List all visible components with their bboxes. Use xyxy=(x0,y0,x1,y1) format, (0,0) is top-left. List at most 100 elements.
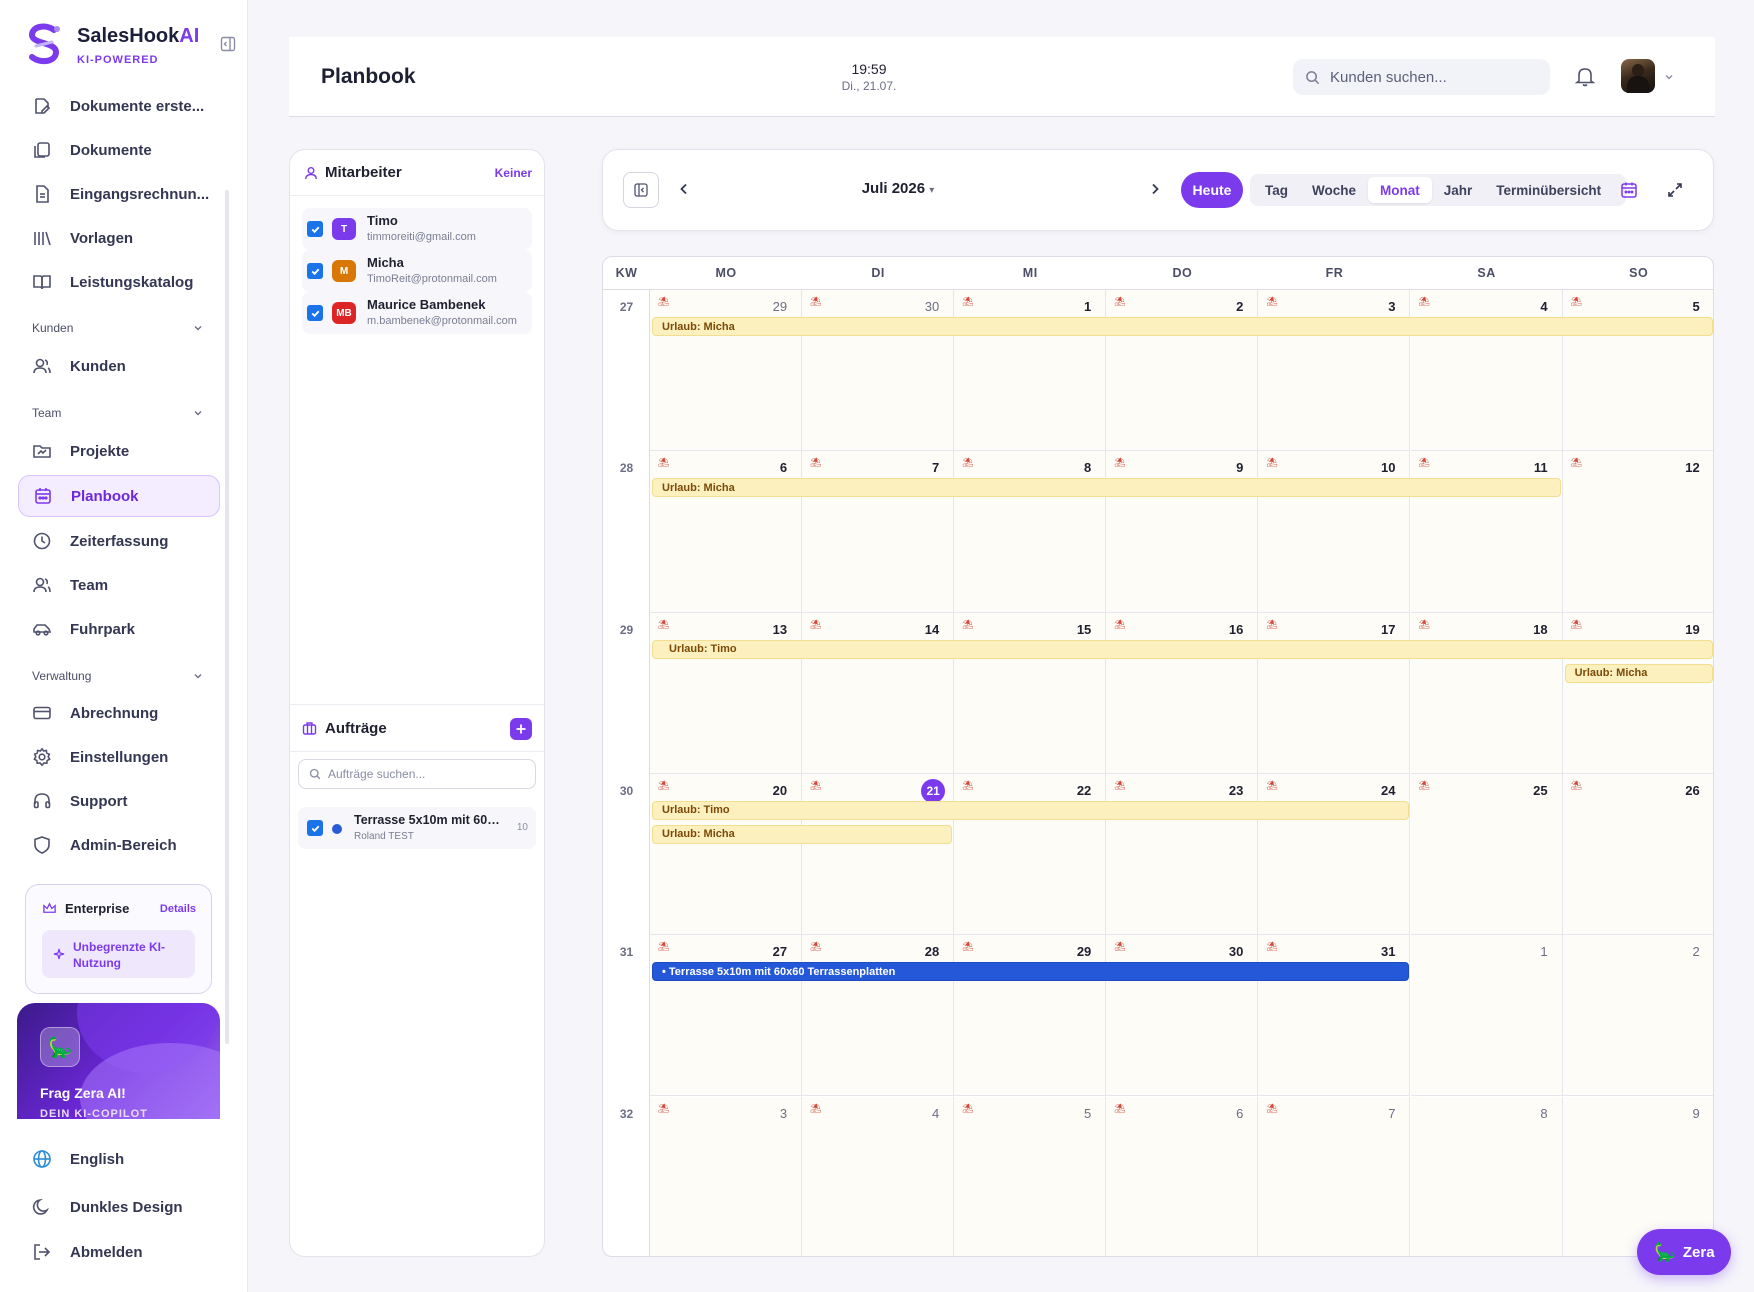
add-order-button[interactable] xyxy=(510,718,532,740)
vacation-event[interactable]: Urlaub: Micha xyxy=(652,317,1713,336)
employee-item[interactable]: T Timo timmoreiti@gmail.com xyxy=(302,208,532,250)
calendar-day-cell[interactable]: ⛱ 29 xyxy=(954,935,1107,1097)
section-toggle-kunden[interactable]: Kunden xyxy=(32,321,204,335)
view-terminuebersicht[interactable]: Terminübersicht xyxy=(1484,177,1613,203)
sidebar-item-projekte[interactable]: Projekte xyxy=(18,430,220,472)
calendar-day-cell[interactable]: ⛱ 15 xyxy=(954,612,1107,774)
calendar-day-cell[interactable]: ⛱ 5 xyxy=(954,1096,1107,1256)
calendar-day-cell[interactable]: ⛱ 13 xyxy=(650,612,803,774)
calendar-day-cell[interactable]: ⛱ 31 xyxy=(1258,935,1411,1097)
sidebar-item-einstellungen[interactable]: Einstellungen xyxy=(18,736,220,778)
calendar-day-cell[interactable]: ⛱ 23 xyxy=(1106,773,1259,936)
month-picker[interactable]: Juli 2026 ▾ xyxy=(838,180,958,197)
calendar-day-cell[interactable]: ⛱ 6 xyxy=(650,451,803,613)
vacation-event[interactable]: Urlaub: Micha xyxy=(652,824,953,844)
vacation-event[interactable]: Urlaub: Micha xyxy=(652,478,1561,498)
calendar-day-cell[interactable]: ⛱ 1 xyxy=(954,290,1107,452)
sidebar-item-team[interactable]: Team xyxy=(18,564,220,606)
section-toggle-verwaltung[interactable]: Verwaltung xyxy=(32,669,204,683)
sidebar-item-zeiterfassung[interactable]: Zeiterfassung xyxy=(18,520,220,562)
calendar-day-cell[interactable]: ⛱ 28 xyxy=(802,935,955,1097)
calendar-day-cell[interactable]: ⛱ 8 xyxy=(954,451,1107,613)
avatar[interactable] xyxy=(1621,59,1655,93)
employee-checkbox[interactable] xyxy=(307,263,323,279)
calendar-day-cell[interactable]: ⛱ 30 xyxy=(1106,935,1259,1097)
calendar-day-cell[interactable]: ⛱ 21 xyxy=(802,773,955,936)
vacation-event[interactable]: Urlaub: Timo xyxy=(652,639,1713,659)
calendar-day-cell[interactable]: ⛱ 7 xyxy=(1258,1096,1411,1256)
sidebar-item-dokumente[interactable]: Dokumente xyxy=(18,129,220,171)
calendar-day-cell[interactable]: ⛱ 6 xyxy=(1106,1096,1259,1256)
bell-icon[interactable] xyxy=(1574,65,1596,87)
calendar-day-cell[interactable]: 1 xyxy=(1410,935,1563,1097)
calendar-day-cell[interactable]: ⛱ 20 xyxy=(650,773,803,936)
sidebar-item-leistungskatalog[interactable]: Leistungskatalog xyxy=(18,261,220,303)
employee-checkbox[interactable] xyxy=(307,305,323,321)
order-search-input[interactable] xyxy=(328,767,528,781)
calendar-day-cell[interactable]: ⛱ 3 xyxy=(1258,290,1411,452)
view-jahr[interactable]: Jahr xyxy=(1432,177,1485,203)
zera-assistant-button[interactable]: 🦕 Zera xyxy=(1637,1229,1731,1275)
order-search[interactable] xyxy=(298,759,536,789)
order-item[interactable]: Terrasse 5x10m mit 60x... Roland TEST 10 xyxy=(298,807,536,849)
vacation-event[interactable]: Urlaub: Micha xyxy=(1564,663,1713,683)
calendar-day-cell[interactable]: ⛱ 14 xyxy=(802,612,955,774)
sidebar-item-abrechnung[interactable]: Abrechnung xyxy=(18,692,220,734)
calendar-day-cell[interactable]: ⛱ 5 xyxy=(1562,290,1713,452)
order-event[interactable]: • Terrasse 5x10m mit 60x60 Terrassenplat… xyxy=(652,962,1409,982)
plan-details-link[interactable]: Details xyxy=(160,903,196,915)
employee-item[interactable]: M Micha TimoReit@protonmail.com xyxy=(302,250,532,292)
calendar-day-cell[interactable]: 8 xyxy=(1410,1096,1563,1256)
calendar-day-cell[interactable]: ⛱ 27 xyxy=(650,935,803,1097)
calendar-day-cell[interactable]: ⛱ 10 xyxy=(1258,451,1411,613)
today-button[interactable]: Heute xyxy=(1181,172,1243,208)
calendar-day-cell[interactable]: ⛱ 4 xyxy=(802,1096,955,1256)
customer-search[interactable] xyxy=(1293,59,1550,95)
sidebar-item-admin-bereich[interactable]: Admin-Bereich xyxy=(18,824,220,866)
calendar-day-cell[interactable]: ⛱ 24 xyxy=(1258,773,1411,936)
sidebar-scrollbar[interactable] xyxy=(225,190,229,1044)
view-woche[interactable]: Woche xyxy=(1300,177,1368,203)
calendar-day-cell[interactable]: ⛱ 4 xyxy=(1410,290,1563,452)
calendar-day-cell[interactable]: ⛱ 19 xyxy=(1562,612,1713,774)
calendar-day-cell[interactable]: ⛱ 2 xyxy=(1106,290,1259,452)
calendar-day-cell[interactable]: ⛱ 17 xyxy=(1258,612,1411,774)
sidebar-item-kunden[interactable]: Kunden xyxy=(18,345,220,387)
chevron-right-icon[interactable] xyxy=(1148,182,1162,196)
chevron-down-icon[interactable] xyxy=(1663,71,1675,83)
brand[interactable]: SalesHookAI KI-POWERED xyxy=(24,22,234,72)
calendar-day-cell[interactable]: ⛱ 18 xyxy=(1410,612,1563,774)
sidebar-item-dokumente-erstellen[interactable]: Dokumente erste... xyxy=(18,85,220,127)
view-monat[interactable]: Monat xyxy=(1368,177,1432,203)
calendar-day-cell[interactable]: ⛱ 29 xyxy=(650,290,803,452)
vacation-event[interactable]: Urlaub: Timo xyxy=(652,800,1409,820)
sidebar-item-eingangsrechnungen[interactable]: Eingangsrechnun... xyxy=(18,173,220,215)
calendar-icon[interactable] xyxy=(1620,181,1638,199)
logout-button[interactable]: Abmelden xyxy=(18,1231,220,1273)
calendar-day-cell[interactable]: ⛱ 16 xyxy=(1106,612,1259,774)
toggle-panel-button[interactable] xyxy=(623,172,659,208)
calendar-day-cell[interactable]: 2 xyxy=(1562,935,1713,1097)
employee-item[interactable]: MB Maurice Bambenek m.bambenek@protonmail.… xyxy=(302,292,532,334)
order-checkbox[interactable] xyxy=(307,820,323,836)
expand-icon[interactable] xyxy=(1667,182,1683,198)
calendar-day-cell[interactable]: ⛱ 22 xyxy=(954,773,1107,936)
calendar-day-cell[interactable]: ⛱ 26 xyxy=(1562,773,1713,936)
section-toggle-team[interactable]: Team xyxy=(32,406,204,420)
view-tag[interactable]: Tag xyxy=(1253,177,1300,203)
sidebar-item-vorlagen[interactable]: Vorlagen xyxy=(18,217,220,259)
calendar-day-cell[interactable]: ⛱ 30 xyxy=(802,290,955,452)
calendar-day-cell[interactable]: ⛱ 25 xyxy=(1410,773,1563,936)
sidebar-item-fuhrpark[interactable]: Fuhrpark xyxy=(18,608,220,650)
language-switch[interactable]: English xyxy=(18,1138,220,1180)
zera-ai-card[interactable]: 🦕 Frag Zera AI! DEIN KI-COPILOT xyxy=(17,1003,220,1119)
theme-toggle[interactable]: Dunkles Design xyxy=(18,1186,220,1228)
calendar-day-cell[interactable]: ⛱ 11 xyxy=(1410,451,1563,613)
sidebar-item-support[interactable]: Support xyxy=(18,780,220,822)
calendar-day-cell[interactable]: ⛱ 3 xyxy=(650,1096,803,1256)
calendar-day-cell[interactable]: ⛱ 9 xyxy=(1106,451,1259,613)
sidebar-item-planbook[interactable]: Planbook xyxy=(18,475,220,517)
sidebar-collapse-icon[interactable] xyxy=(220,36,236,52)
customer-search-input[interactable] xyxy=(1330,68,1530,86)
calendar-day-cell[interactable]: ⛱ 7 xyxy=(802,451,955,613)
